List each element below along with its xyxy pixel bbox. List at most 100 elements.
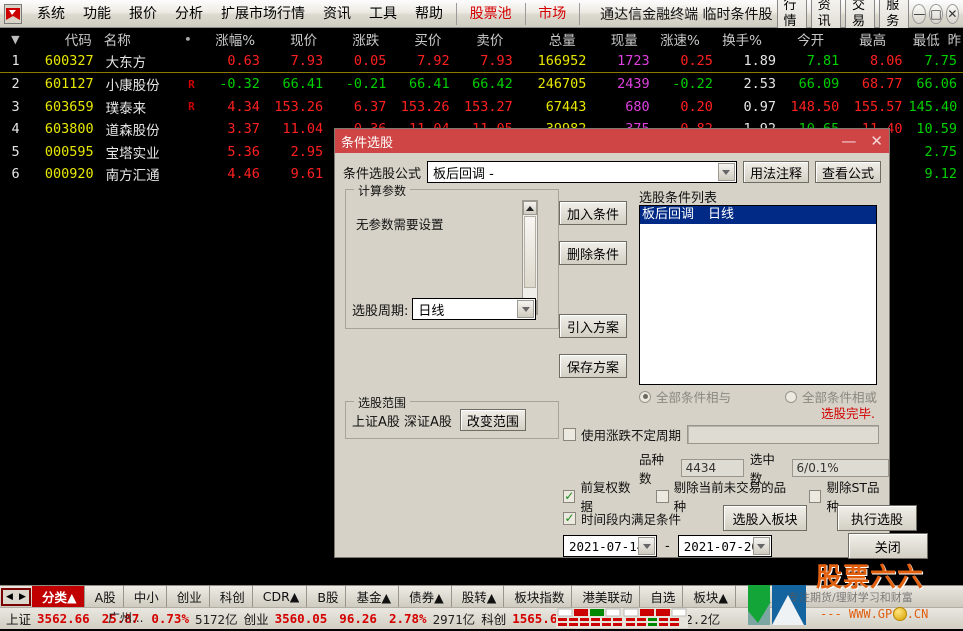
column-header-low[interactable]: 最低 [892,29,946,49]
menu-item-function[interactable]: 功能 [74,0,120,28]
category-tab-14[interactable]: 自定 [736,586,779,607]
menu-item-analysis[interactable]: 分析 [166,0,212,28]
chevron-down-icon-date-from[interactable] [638,537,655,555]
change-scope-button[interactable]: 改变范围 [460,409,526,431]
category-tabs[interactable]: 分类▲A股中小创业科创CDR▲B股基金▲债券▲股转▲板块指数港美联动自选板块▲自… [32,586,779,607]
view-formula-button[interactable]: 查看公式 [815,161,881,183]
formula-combo[interactable]: 板后回调 - [427,161,737,183]
list-item[interactable]: 板后回调 日线 [640,206,876,224]
date-from-input[interactable]: 2021-07-14 [563,535,657,557]
toolbar-button-news[interactable]: 资讯 [811,0,841,32]
category-tab-11[interactable]: 港美联动 [572,586,640,607]
column-header-change[interactable]: 涨跌 [323,29,385,49]
cycle-combo[interactable]: 日线 [412,298,536,320]
column-header-open[interactable]: 今开 [768,29,830,49]
radio-dot-or-icon [785,391,797,403]
checkbox-exclude-untraded-icon [656,490,669,503]
close-button[interactable]: 关闭 [848,533,928,559]
column-header-speed[interactable]: 涨速% [644,29,706,49]
category-tab-9[interactable]: 股转▲ [452,586,505,607]
select-to-block-button[interactable]: 选股入板块 [723,505,807,531]
in-period-checkbox[interactable]: 时间段内满足条件 [563,509,707,528]
scrollbar-thumb[interactable] [524,216,536,288]
column-header-prev[interactable]: 昨 [946,29,963,49]
uncertain-period-field[interactable] [687,425,879,444]
sort-descending-icon[interactable]: ▼ [0,33,31,46]
category-tab-13[interactable]: 板块▲ [683,586,736,607]
column-header-ask[interactable]: 卖价 [447,29,509,49]
add-condition-button[interactable]: 加入条件 [559,201,627,225]
category-tab-1[interactable]: A股 [85,586,124,607]
condition-stock-selection-dialog[interactable]: 条件选股 — ✕ 条件选股公式 板后回调 - 用法注释 查看公式 计算参数 无参… [334,128,890,558]
category-tab-12[interactable]: 自选 [640,586,683,607]
chevron-down-icon-cycle[interactable] [517,300,534,318]
nav-prev-icon[interactable]: ◀ [3,590,16,604]
category-tab-6[interactable]: B股 [307,586,346,607]
menu-item-tools[interactable]: 工具 [360,0,406,28]
cell-ask: 66.42 [456,76,519,92]
table-row[interactable]: 2601127小康股份R-0.3266.41-0.2166.4166.42246… [0,73,963,96]
scroll-up-icon[interactable] [523,201,537,215]
menu-item-system[interactable]: 系统 [28,0,74,28]
category-nav-buttons[interactable]: ◀ ▶ [1,588,31,606]
chevron-down-icon-date-to[interactable] [753,537,770,555]
category-tab-4[interactable]: 科创 [210,586,253,607]
category-tab-5[interactable]: CDR▲ [253,586,308,607]
dialog-close-icon[interactable]: ✕ [870,133,883,149]
menu-item-stock-pool[interactable]: 股票池 [461,0,521,28]
dialog-title-bar[interactable]: 条件选股 — ✕ [335,129,889,153]
menu-item-news[interactable]: 资讯 [314,0,360,28]
column-header-code[interactable]: 代码 [31,29,98,49]
index-amount: 5172亿 [195,609,238,628]
condition-list[interactable]: 板后回调 日线 [639,205,877,385]
menu-item-market[interactable]: 市场 [529,0,575,28]
column-header-name[interactable]: 名称 [98,29,177,49]
uncertain-period-checkbox[interactable]: 使用涨跌不定周期 [563,425,681,444]
category-tab-10[interactable]: 板块指数 [504,586,572,607]
toolbar-button-quotes[interactable]: 行情 [777,0,807,32]
cell-volume: 246705 [519,76,593,92]
import-plan-button[interactable]: 引入方案 [559,314,627,338]
menu-item-quote[interactable]: 报价 [120,0,166,28]
category-tab-7[interactable]: 基金▲ [346,586,399,607]
cell-change-pct: 0.63 [203,53,266,69]
window-minimize-icon[interactable]: — [912,4,926,24]
category-tab-0[interactable]: 分类▲ [32,586,85,607]
run-selection-button[interactable]: 执行选股 [837,505,917,531]
toolbar-button-service[interactable]: 服务 [879,0,909,32]
dialog-minimize-icon[interactable]: — [841,133,856,149]
usage-note-button[interactable]: 用法注释 [743,161,809,183]
row-index: 4 [0,121,31,137]
date-to-input[interactable]: 2021-07-20 [678,535,772,557]
column-header-volume[interactable]: 总量 [509,29,581,49]
category-tab-8[interactable]: 债券▲ [399,586,452,607]
menu-divider [456,3,457,25]
table-row[interactable]: 1600327大东方0.637.930.057.927.931669521723… [0,51,963,74]
radio-all-and[interactable]: 全部条件相与 [639,387,731,406]
window-close-icon[interactable]: ✕ [946,4,959,24]
column-header-change-pct[interactable]: 涨幅% [199,29,261,49]
toolbar-button-trade[interactable]: 交易 [845,0,875,32]
table-row[interactable]: 3603659璞泰来R4.34153.266.37153.26153.27674… [0,96,963,119]
menu-item-help[interactable]: 帮助 [406,0,452,28]
cell-code: 601127 [31,76,99,92]
index-value: 3560.05 [275,611,328,626]
column-header-bid[interactable]: 买价 [385,29,447,49]
category-tab-3[interactable]: 创业 [167,586,210,607]
delete-condition-button[interactable]: 删除条件 [559,241,627,265]
status-message: 选股完毕. [821,403,875,422]
time-row: 时间段内满足条件 选股入板块 执行选股 [563,505,917,531]
window-maximize-icon[interactable]: □ [929,4,942,24]
save-plan-button[interactable]: 保存方案 [559,354,627,378]
index-value: 3562.66 [37,611,90,626]
column-header-price[interactable]: 现价 [261,29,323,49]
column-header-turnover[interactable]: 换手% [706,29,768,49]
column-header-high[interactable]: 最高 [830,29,892,49]
index-amount: 2971亿 [433,609,476,628]
category-tab-2[interactable]: 中小 [124,586,167,607]
column-header-current-vol[interactable]: 现量 [582,29,644,49]
nav-next-icon[interactable]: ▶ [16,590,29,604]
chevron-down-icon[interactable] [718,163,735,181]
menu-item-extended-market[interactable]: 扩展市场行情 [212,0,314,28]
category-bar[interactable]: ◀ ▶ 分类▲A股中小创业科创CDR▲B股基金▲债券▲股转▲板块指数港美联动自选… [0,585,963,607]
